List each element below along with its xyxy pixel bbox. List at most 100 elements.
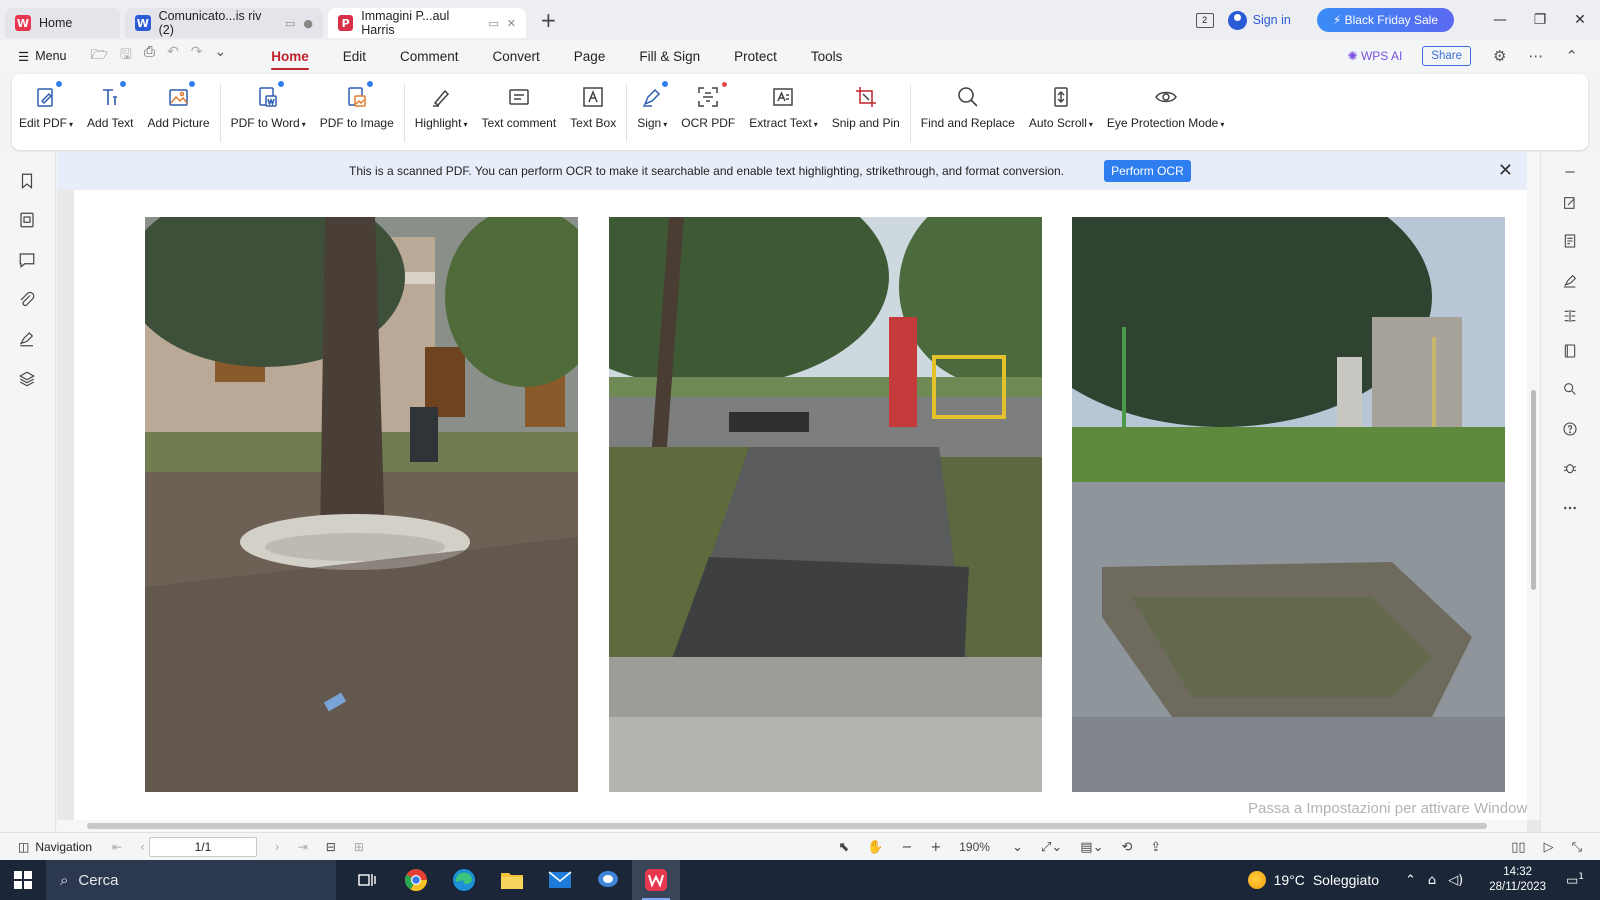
bug-feedback-icon[interactable] <box>1562 460 1580 478</box>
start-button[interactable] <box>0 871 46 889</box>
layers-icon[interactable] <box>18 370 38 390</box>
tab-page[interactable]: Page <box>557 40 623 72</box>
close-banner-icon[interactable]: ✕ <box>1498 160 1513 181</box>
bookmark-icon[interactable] <box>18 172 38 192</box>
rotate-icon[interactable]: ⟲ <box>1121 840 1132 855</box>
layout-columns-icon[interactable] <box>1562 308 1580 326</box>
text-comment-button[interactable]: Text comment <box>474 84 563 130</box>
redo-icon[interactable]: ↷ <box>191 44 203 68</box>
hand-tool-icon[interactable]: ✋ <box>867 840 883 855</box>
network-icon[interactable]: ⌂ <box>1428 873 1436 888</box>
document-properties-icon[interactable] <box>1562 233 1580 251</box>
save-icon[interactable]: 🖫 <box>120 44 132 68</box>
tab-convert[interactable]: Convert <box>476 40 557 72</box>
ocr-pdf-button[interactable]: OCR PDF <box>674 82 742 130</box>
add-picture-button[interactable]: Add Picture <box>141 80 217 130</box>
tab-home-ribbon[interactable]: Home <box>254 40 326 72</box>
page-number-input[interactable]: 1/1 <box>148 836 257 857</box>
sign-button[interactable]: Sign ▾ <box>630 80 674 130</box>
add-text-button[interactable]: Add Text <box>80 80 140 130</box>
close-window-icon[interactable]: ✕ <box>1560 12 1600 28</box>
signature-panel-icon[interactable] <box>18 330 38 350</box>
sign-in-button[interactable]: Sign in <box>1227 10 1291 30</box>
next-view-icon[interactable]: ⊞ <box>354 840 364 854</box>
new-tab-icon[interactable]: + <box>540 8 557 32</box>
first-page-icon[interactable]: ⇤ <box>112 840 122 854</box>
more-horizontal-icon[interactable] <box>1562 500 1580 518</box>
pdf-to-image-button[interactable]: PDF to Image <box>313 80 401 130</box>
minimize-icon[interactable]: — <box>1480 12 1520 28</box>
outlook-chat-icon[interactable] <box>584 860 632 900</box>
play-slideshow-icon[interactable]: ▷ <box>1544 840 1554 855</box>
text-box-button[interactable]: Text Box <box>563 84 623 130</box>
help-icon[interactable] <box>1562 421 1580 439</box>
select-cursor-icon[interactable]: ⬉ <box>838 840 849 855</box>
pdf-to-word-button[interactable]: PDF to Word ▾ <box>224 80 313 130</box>
undo-icon[interactable]: ↶ <box>167 44 179 68</box>
tab-protect[interactable]: Protect <box>717 40 794 72</box>
weather-widget[interactable]: 19°C Soleggiato <box>1247 871 1379 889</box>
chevron-down-icon[interactable]: ⌄ <box>214 44 226 68</box>
tab-edit[interactable]: Edit <box>326 40 383 72</box>
navigation-toggle[interactable]: ◫ Navigation <box>18 840 92 854</box>
thumbnails-icon[interactable] <box>18 211 38 231</box>
minus-line-icon[interactable] <box>1562 164 1580 182</box>
attachment-icon[interactable] <box>18 291 38 311</box>
share-button[interactable]: Share <box>1422 46 1471 66</box>
highlight-button[interactable]: Highlight ▾ <box>408 84 475 130</box>
mail-icon[interactable] <box>536 860 584 900</box>
taskbar-search[interactable]: ⌕ Cerca <box>46 860 336 900</box>
collapse-ribbon-icon[interactable]: ⌃ <box>1565 47 1578 65</box>
taskbar-clock[interactable]: 14:32 28/11/2023 <box>1489 865 1546 895</box>
next-page-icon[interactable]: › <box>275 840 280 854</box>
print-icon[interactable]: ⎙ <box>144 44 155 68</box>
window-count-indicator[interactable]: 2 <box>1195 12 1214 28</box>
more-options-icon[interactable]: ⋯ <box>1528 47 1543 65</box>
edit-pdf-button[interactable]: Edit PDF ▾ <box>12 80 80 130</box>
book-view-icon[interactable]: ▯▯ <box>1511 840 1525 855</box>
wps-ai-button[interactable]: ✺ WPS AI <box>1348 49 1403 63</box>
tab-pdf-document[interactable]: P Immagini P...aul Harris ▭ ✕ <box>328 8 526 38</box>
comments-icon[interactable] <box>18 251 38 271</box>
settings-gear-icon[interactable]: ⚙ <box>1493 47 1506 65</box>
zoom-in-icon[interactable]: + <box>930 840 941 855</box>
black-friday-sale-button[interactable]: ⚡ Black Friday Sale <box>1316 8 1454 32</box>
last-page-icon[interactable]: ⇥ <box>298 840 308 854</box>
eye-protection-button[interactable]: Eye Protection Mode ▾ <box>1100 84 1231 130</box>
snip-and-pin-button[interactable]: Snip and Pin <box>825 84 907 130</box>
tab-comment[interactable]: Comment <box>383 40 476 72</box>
notifications-icon[interactable]: ▭1 <box>1566 872 1584 888</box>
previous-page-icon[interactable]: ‹ <box>140 840 145 854</box>
extract-text-button[interactable]: Extract Text ▾ <box>742 84 824 130</box>
tray-chevron-up-icon[interactable]: ⌃ <box>1405 873 1416 888</box>
tab-tools[interactable]: Tools <box>794 40 860 72</box>
edge-icon[interactable] <box>440 860 488 900</box>
vertical-scrollbar[interactable] <box>1527 152 1540 820</box>
volume-icon[interactable]: ◁) <box>1448 873 1463 888</box>
auto-scroll-button[interactable]: Auto Scroll ▾ <box>1022 84 1100 130</box>
document-viewport[interactable]: This is a scanned PDF. You can perform O… <box>57 152 1540 832</box>
horizontal-scrollbar[interactable] <box>57 820 1527 832</box>
tab-word-document[interactable]: W Comunicato...is riv (2) ▭ ● <box>125 8 323 38</box>
signature-tool-icon[interactable] <box>1562 273 1580 291</box>
fullscreen-icon[interactable]: ⤡ <box>1572 840 1582 855</box>
task-view-icon[interactable] <box>344 860 392 900</box>
tab-home[interactable]: W Home <box>5 8 120 38</box>
wps-office-icon[interactable] <box>632 860 680 900</box>
perform-ocr-button[interactable]: Perform OCR <box>1104 160 1191 182</box>
edit-note-icon[interactable] <box>1562 195 1580 213</box>
book-icon[interactable] <box>1562 343 1580 361</box>
page-layout-icon[interactable]: ▤⌄ <box>1080 840 1103 855</box>
menu-button[interactable]: ☰ Menu <box>18 49 67 64</box>
chrome-icon[interactable] <box>392 860 440 900</box>
horizontal-scroll-thumb[interactable] <box>87 823 1487 829</box>
vertical-scroll-thumb[interactable] <box>1531 390 1536 590</box>
file-explorer-icon[interactable] <box>488 860 536 900</box>
zoom-out-icon[interactable]: − <box>901 840 912 855</box>
zoom-level-dropdown[interactable]: 190% ⌄ <box>959 840 1023 855</box>
tab-fill-sign[interactable]: Fill & Sign <box>622 40 717 72</box>
find-and-replace-button[interactable]: Find and Replace <box>914 84 1022 130</box>
search-icon[interactable] <box>1562 381 1580 399</box>
restore-icon[interactable]: ❐ <box>1520 12 1560 28</box>
export-icon[interactable]: ⇪ <box>1150 840 1161 855</box>
